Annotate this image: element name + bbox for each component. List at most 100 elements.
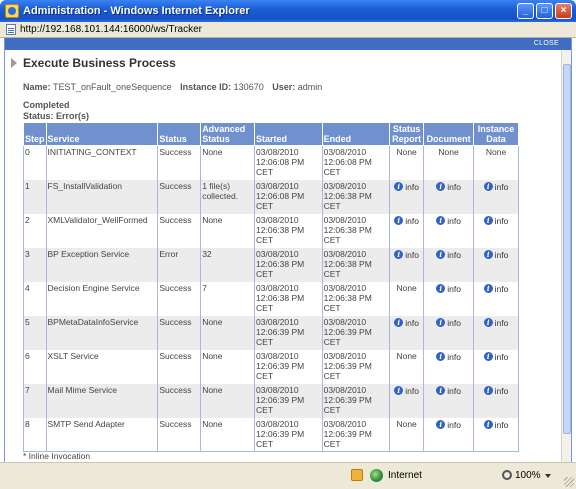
info-label[interactable]: info: [405, 386, 419, 396]
info-label[interactable]: info: [405, 250, 419, 260]
maximize-button[interactable]: □: [536, 3, 553, 19]
info-label[interactable]: info: [447, 318, 461, 328]
document-info-link[interactable]: i info: [436, 250, 461, 260]
cell-instance[interactable]: i info: [473, 179, 519, 214]
info-label[interactable]: info: [447, 352, 461, 362]
instance-info-link[interactable]: i info: [483, 182, 509, 192]
info-icon[interactable]: i: [483, 386, 493, 395]
document-info-link[interactable]: i info: [436, 352, 461, 362]
info-icon[interactable]: i: [436, 216, 446, 225]
cell-instance[interactable]: i info: [473, 383, 519, 418]
info-icon[interactable]: i: [483, 318, 493, 327]
info-label[interactable]: info: [495, 386, 509, 396]
instance-info-link[interactable]: i info: [483, 420, 509, 430]
info-label[interactable]: info: [495, 420, 509, 430]
cell-instance[interactable]: i info: [473, 315, 519, 350]
info-label[interactable]: info: [447, 182, 461, 192]
info-label[interactable]: info: [405, 182, 419, 192]
info-label[interactable]: info: [405, 216, 419, 226]
cell-document[interactable]: i info: [423, 349, 475, 384]
document-info-link[interactable]: i info: [436, 318, 461, 328]
info-label[interactable]: info: [495, 182, 509, 192]
zoom-level[interactable]: 100%: [515, 470, 541, 481]
cell-status: Success: [157, 281, 202, 316]
vertical-scrollbar[interactable]: [561, 50, 571, 462]
cell-document[interactable]: i info: [423, 383, 475, 418]
minimize-button[interactable]: _: [517, 3, 534, 19]
zoom-dropdown-icon[interactable]: [545, 474, 551, 478]
cell-report[interactable]: i info: [389, 383, 425, 418]
document-info-link[interactable]: i info: [436, 284, 461, 294]
expand-arrow-icon: [11, 58, 17, 68]
info-icon[interactable]: i: [394, 386, 404, 395]
document-info-link[interactable]: i info: [436, 216, 461, 226]
cell-report[interactable]: i info: [389, 315, 425, 350]
info-icon[interactable]: i: [394, 182, 404, 191]
resize-grip-icon[interactable]: [564, 477, 574, 487]
info-icon[interactable]: i: [436, 250, 446, 259]
info-icon[interactable]: i: [483, 284, 493, 293]
report-info-link[interactable]: i info: [394, 318, 419, 328]
close-window-button[interactable]: ×: [555, 3, 572, 19]
info-label[interactable]: info: [447, 420, 461, 430]
cell-instance[interactable]: i info: [473, 349, 519, 384]
cell-instance[interactable]: i info: [473, 213, 519, 248]
info-icon[interactable]: i: [436, 318, 446, 327]
cell-instance[interactable]: i info: [473, 247, 519, 282]
info-label[interactable]: info: [405, 318, 419, 328]
instance-info-link[interactable]: i info: [483, 318, 509, 328]
info-icon[interactable]: i: [394, 318, 404, 327]
table-row: 4 Decision Engine Service Success 7 03/08/20…: [23, 281, 519, 316]
info-icon[interactable]: i: [394, 216, 404, 225]
table-row: 6 XSLT Service Success None 03/08/2010 12:06…: [23, 349, 519, 384]
instance-info-link[interactable]: i info: [483, 284, 509, 294]
info-label[interactable]: info: [495, 284, 509, 294]
info-label[interactable]: info: [447, 216, 461, 226]
info-icon[interactable]: i: [394, 250, 404, 259]
info-label[interactable]: info: [495, 318, 509, 328]
document-info-link[interactable]: i info: [436, 386, 461, 396]
report-info-link[interactable]: i info: [394, 386, 419, 396]
cell-document[interactable]: i info: [423, 213, 475, 248]
close-link[interactable]: CLOSE: [534, 40, 559, 47]
cell-document[interactable]: i info: [423, 247, 475, 282]
cell-instance[interactable]: i info: [473, 281, 519, 316]
cell-document[interactable]: i info: [423, 315, 475, 350]
info-icon[interactable]: i: [483, 352, 493, 361]
info-label[interactable]: info: [495, 352, 509, 362]
zoom-icon[interactable]: [502, 470, 512, 480]
info-icon[interactable]: i: [436, 352, 446, 361]
info-icon[interactable]: i: [436, 420, 446, 429]
instance-info-link[interactable]: i info: [483, 216, 509, 226]
instance-info-link[interactable]: i info: [483, 352, 509, 362]
instance-info-link[interactable]: i info: [483, 250, 509, 260]
info-label[interactable]: info: [447, 250, 461, 260]
info-label[interactable]: info: [447, 386, 461, 396]
cell-document[interactable]: i info: [423, 281, 475, 316]
info-icon[interactable]: i: [483, 216, 493, 225]
address-bar[interactable]: http://192.168.101.144:16000/ws/Tracker: [0, 22, 576, 38]
report-info-link[interactable]: i info: [394, 250, 419, 260]
cell-report[interactable]: i info: [389, 179, 425, 214]
cell-report[interactable]: i info: [389, 247, 425, 282]
report-info-link[interactable]: i info: [394, 216, 419, 226]
scrollbar-thumb[interactable]: [563, 64, 571, 434]
info-icon[interactable]: i: [436, 386, 446, 395]
document-info-link[interactable]: i info: [436, 182, 461, 192]
info-icon[interactable]: i: [483, 250, 493, 259]
info-label[interactable]: info: [495, 216, 509, 226]
cell-document[interactable]: i info: [423, 417, 475, 452]
cell-report[interactable]: i info: [389, 213, 425, 248]
cell-instance[interactable]: i info: [473, 417, 519, 452]
info-label[interactable]: info: [495, 250, 509, 260]
cell-document[interactable]: i info: [423, 179, 475, 214]
report-info-link[interactable]: i info: [394, 182, 419, 192]
url-text[interactable]: http://192.168.101.144:16000/ws/Tracker: [20, 24, 202, 35]
info-icon[interactable]: i: [483, 420, 493, 429]
info-icon[interactable]: i: [436, 284, 446, 293]
info-label[interactable]: info: [447, 284, 461, 294]
info-icon[interactable]: i: [436, 182, 446, 191]
info-icon[interactable]: i: [483, 182, 493, 191]
document-info-link[interactable]: i info: [436, 420, 461, 430]
instance-info-link[interactable]: i info: [483, 386, 509, 396]
